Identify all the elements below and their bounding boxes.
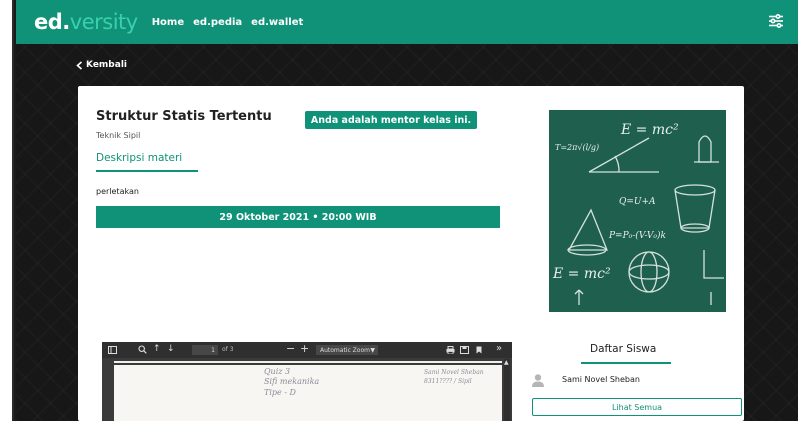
pdf-zoom-value: Automatic Zoom bbox=[320, 346, 370, 354]
caret-up-icon[interactable]: ▲ bbox=[504, 359, 509, 366]
app-background: ed. versity Home ed.pedia ed.wallet Kemb… bbox=[16, 0, 798, 421]
pdf-page-count: of 3 bbox=[222, 346, 234, 353]
bookmark-icon[interactable] bbox=[476, 346, 482, 354]
schedule-bar: 29 Oktober 2021 • 20:00 WIB bbox=[96, 206, 500, 228]
nav-link-edwallet[interactable]: ed.wallet bbox=[251, 17, 303, 28]
nav-link-home[interactable]: Home bbox=[152, 17, 184, 28]
nav-links: Home ed.pedia ed.wallet bbox=[152, 17, 304, 28]
course-title: Struktur Statis Tertentu bbox=[96, 109, 272, 124]
mentor-badge: Anda adalah mentor kelas ini. bbox=[305, 111, 477, 129]
user-avatar-icon bbox=[532, 374, 544, 387]
formula-heat: Q=U+A bbox=[619, 197, 656, 207]
top-navbar: ed. versity Home ed.pedia ed.wallet bbox=[16, 0, 798, 44]
back-link-label: Kembali bbox=[86, 60, 127, 70]
student-name: Sami Novel Sheban bbox=[562, 375, 640, 384]
formula-energy-2: E = mc² bbox=[552, 266, 611, 282]
back-link[interactable]: Kembali bbox=[76, 60, 127, 70]
handwriting-line: 8311???? / Sipil bbox=[424, 378, 472, 385]
logo-part-versity: versity bbox=[69, 10, 138, 34]
tab-underline bbox=[96, 170, 198, 172]
tab-deskripsi-materi[interactable]: Deskripsi materi bbox=[96, 152, 182, 164]
double-chevron-right-icon[interactable]: » bbox=[496, 343, 502, 354]
pdf-page-input[interactable]: 1 bbox=[192, 345, 218, 355]
handwriting-line: Quiz 3 bbox=[264, 367, 291, 376]
search-icon[interactable] bbox=[138, 345, 147, 354]
chevron-down-icon: ▼ bbox=[370, 346, 375, 354]
formula-pendulum: T=2π√(l/g) bbox=[555, 143, 599, 152]
pdf-zoom-select[interactable]: Automatic Zoom ▼ bbox=[316, 345, 378, 355]
pdf-toolbar: ↑ ↓ 1 of 3 − + Automatic Zoom ▼ » bbox=[102, 342, 512, 358]
arrow-down-icon[interactable]: ↓ bbox=[167, 344, 175, 354]
nav-link-edpedia[interactable]: ed.pedia bbox=[193, 17, 242, 28]
handwriting-line: Tipe - D bbox=[264, 388, 296, 397]
print-icon[interactable] bbox=[446, 346, 455, 354]
left-window-edge bbox=[0, 0, 14, 421]
save-icon[interactable] bbox=[460, 346, 469, 354]
arrow-up-icon[interactable]: ↑ bbox=[153, 344, 161, 354]
sliders-icon[interactable] bbox=[768, 13, 784, 29]
pdf-scrollbar[interactable]: ▲ bbox=[504, 359, 510, 421]
chevron-left-icon bbox=[76, 60, 83, 70]
sidebar-toggle-icon[interactable] bbox=[108, 346, 117, 354]
pdf-page: Quiz 3 Sifi mekanika Tipe - D Sami Novel… bbox=[114, 365, 502, 421]
formula-energy: E = mc² bbox=[620, 122, 679, 138]
handwriting-line: Sifi mekanika bbox=[264, 377, 320, 386]
zoom-in-icon[interactable]: + bbox=[300, 342, 309, 355]
pdf-page-top-edge bbox=[114, 361, 502, 363]
course-subtitle: Teknik Sipil bbox=[96, 131, 141, 140]
pdf-viewer[interactable]: ↑ ↓ 1 of 3 − + Automatic Zoom ▼ » Quiz 3… bbox=[102, 342, 512, 421]
logo[interactable]: ed. versity bbox=[34, 10, 138, 34]
logo-part-ed: ed. bbox=[34, 10, 70, 34]
course-card: Struktur Statis Tertentu Teknik Sipil An… bbox=[78, 86, 744, 421]
handwriting-line: Sami Novel Sheban bbox=[424, 369, 484, 376]
see-all-students-button[interactable]: Lihat Semua bbox=[532, 398, 742, 416]
student-list-heading: Daftar Siswa bbox=[590, 343, 657, 355]
student-list-underline bbox=[581, 362, 671, 364]
zoom-out-icon[interactable]: − bbox=[286, 342, 295, 355]
course-chalkboard-image: E = mc² T=2π√(l/g) Q=U+A P=P₀-(V-V₀)k E … bbox=[549, 110, 726, 312]
course-description: perletakan bbox=[96, 187, 139, 196]
formula-pressure: P=P₀-(V-V₀)k bbox=[608, 230, 666, 241]
